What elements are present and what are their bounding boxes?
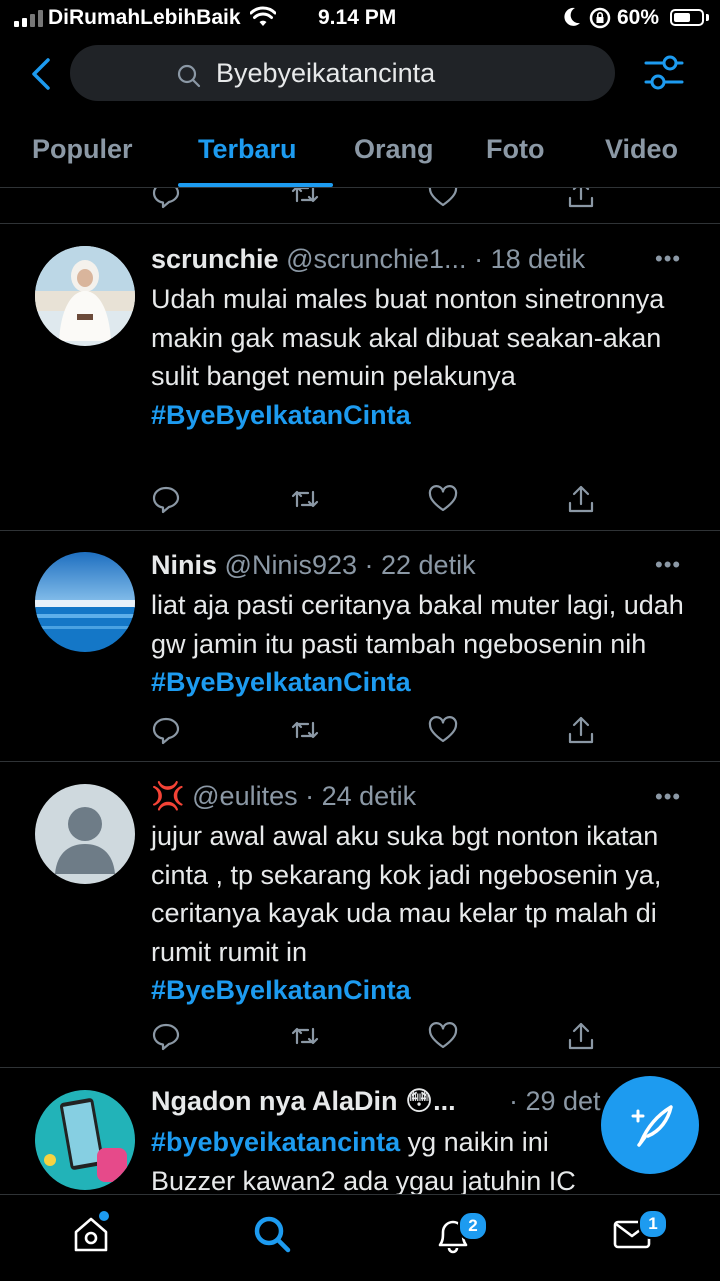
avatar[interactable] (35, 246, 135, 346)
reply-icon[interactable] (150, 714, 182, 746)
tab-orang[interactable]: Orang (354, 134, 434, 165)
tweet-feed[interactable]: scrunchie @scrunchie1... · 18 detik ••• … (0, 188, 720, 1194)
rotation-lock-icon (588, 6, 612, 36)
default-avatar[interactable] (35, 784, 135, 884)
tweet-divider (0, 1067, 720, 1068)
tweet-text: jujur awal awal aku suka bgt nonton ikat… (151, 817, 696, 1010)
timestamp: · 29 det (509, 1086, 601, 1116)
status-bar: DiRumahLebihBaik 9.14 PM 60% (0, 0, 720, 36)
more-options-icon[interactable]: ••• (655, 552, 681, 578)
tweet-text: liat aja pasti ceritanya bakal muter lag… (151, 586, 696, 702)
timestamp: · 22 detik (364, 550, 476, 580)
hashtag-link[interactable]: #ByeByeIkatanCinta (151, 400, 411, 430)
display-name[interactable]: scrunchie (151, 244, 279, 274)
compose-tweet-button[interactable] (601, 1076, 699, 1174)
retweet-icon[interactable] (289, 714, 321, 746)
timestamp: · 24 detik (305, 781, 417, 811)
hashtag-link[interactable]: #ByeByeIkatanCinta (151, 667, 411, 697)
tweet-header: 💢 @eulites · 24 detik (151, 780, 416, 812)
search-filter-button[interactable] (642, 52, 686, 94)
carrier-name: DiRumahLebihBaik (48, 6, 241, 29)
more-options-icon[interactable]: ••• (655, 784, 681, 810)
share-icon[interactable] (565, 483, 597, 515)
tweet-body-line2: Buzzer kawan2 ada ygau jatuhin IC (151, 1165, 576, 1195)
home-new-dot (99, 1211, 109, 1221)
tweet-header: Ngadon nya AlaDin 😳... (151, 1086, 456, 1117)
share-icon[interactable] (565, 714, 597, 746)
handle[interactable]: @Ninis923 (225, 550, 357, 580)
display-name[interactable]: 💢 (151, 781, 185, 811)
retweet-icon[interactable] (289, 483, 321, 515)
tab-foto[interactable]: Foto (486, 134, 544, 165)
tab-terbaru[interactable]: Terbaru (198, 134, 297, 165)
reply-icon[interactable] (150, 188, 182, 210)
search-tabs: Populer Terbaru Orang Foto Video (0, 124, 720, 188)
avatar[interactable] (35, 1090, 135, 1190)
more-options-icon[interactable]: ••• (655, 246, 681, 272)
tweet-divider (0, 223, 720, 224)
display-name[interactable]: Ngadon nya AlaDin 😳... (151, 1086, 456, 1116)
like-icon[interactable] (427, 1020, 459, 1052)
tweet-header: Ninis @Ninis923 · 22 detik (151, 550, 476, 581)
handle[interactable]: @eulites (192, 781, 297, 811)
hashtag-link[interactable]: #ByeByeIkatanCinta (151, 975, 411, 1005)
share-icon[interactable] (565, 188, 597, 210)
bottom-navigation: 2 1 (0, 1194, 720, 1281)
like-icon[interactable] (427, 714, 459, 746)
tab-video[interactable]: Video (605, 134, 678, 165)
battery-percent: 60% (617, 6, 660, 29)
display-name[interactable]: Ninis (151, 550, 217, 580)
reply-icon[interactable] (150, 1020, 182, 1052)
search-query: Byebyeikatancinta (216, 58, 436, 88)
sliders-icon (644, 55, 684, 90)
clock: 9.14 PM (318, 6, 397, 29)
signal-icon (14, 10, 43, 27)
chevron-left-icon (32, 58, 50, 90)
avatar[interactable] (35, 552, 135, 652)
like-icon[interactable] (427, 188, 459, 210)
tweet-body: yg naikin ini (407, 1127, 549, 1157)
notifications-badge: 2 (458, 1211, 488, 1241)
search-input[interactable]: Byebyeikatancinta (70, 45, 615, 101)
battery-icon (670, 9, 704, 26)
search-icon (176, 63, 202, 94)
feather-plus-icon (631, 1105, 673, 1147)
retweet-icon[interactable] (289, 1020, 321, 1052)
tab-populer[interactable]: Populer (32, 134, 133, 165)
moon-icon (562, 6, 582, 34)
tweet-body: jujur awal awal aku suka bgt nonton ikat… (151, 821, 662, 967)
reply-icon[interactable] (150, 483, 182, 515)
back-button[interactable] (26, 54, 58, 94)
like-icon[interactable] (427, 483, 459, 515)
tweet-body: Udah mulai males buat nonton sinetronnya… (151, 284, 665, 391)
tweet-body: liat aja pasti ceritanya bakal muter lag… (151, 590, 684, 659)
share-icon[interactable] (565, 1020, 597, 1052)
tweet-divider (0, 530, 720, 531)
tweet-text: Udah mulai males buat nonton sinetronnya… (151, 280, 696, 434)
messages-badge: 1 (638, 1209, 668, 1239)
hashtag-link[interactable]: #byebyeikatancinta (151, 1127, 400, 1157)
tweet-divider (0, 761, 720, 762)
retweet-icon[interactable] (289, 188, 321, 210)
wifi-icon (249, 6, 277, 34)
timestamp: · 18 detik (474, 244, 586, 274)
battery-tip (706, 14, 709, 21)
handle[interactable]: @scrunchie1... (286, 244, 466, 274)
search-nav-icon[interactable] (251, 1213, 293, 1255)
tweet-header: scrunchie @scrunchie1... · 18 detik (151, 244, 585, 275)
